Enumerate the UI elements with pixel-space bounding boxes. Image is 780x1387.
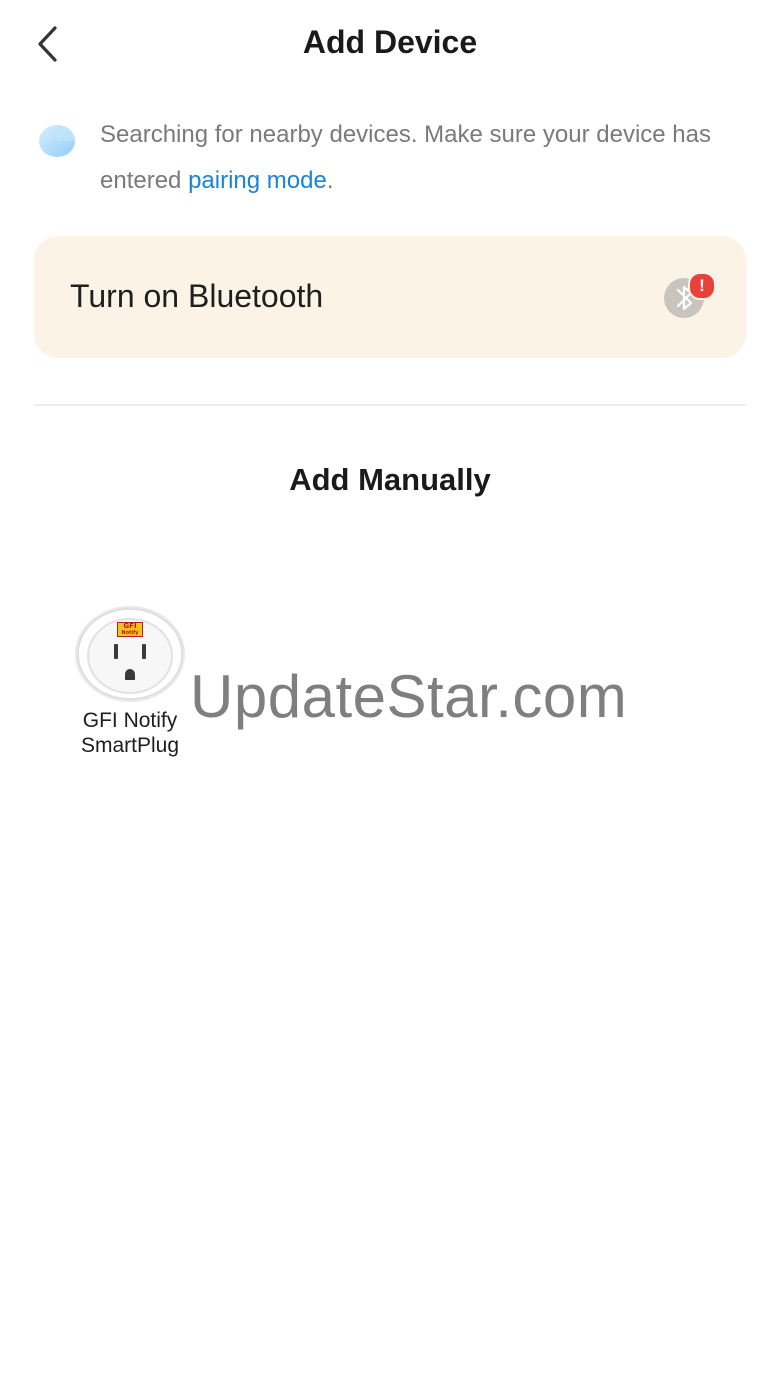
pairing-mode-link[interactable]: pairing mode [188, 167, 327, 194]
page-title: Add Device [302, 24, 478, 60]
search-hint-text: Searching for nearby devices. Make sure … [100, 112, 740, 204]
turn-on-bluetooth-card[interactable]: Turn on Bluetooth ! [34, 236, 746, 358]
section-divider [34, 404, 746, 406]
search-hint-suffix: . [326, 167, 334, 194]
searching-spinner-icon [39, 125, 75, 157]
badge-line-1: GFI [123, 622, 137, 630]
add-device-screen: Add Device Searching for nearby devices.… [0, 0, 780, 1387]
bluetooth-card-label: Turn on Bluetooth [70, 278, 324, 314]
gfi-notify-badge: GFI Notify [117, 622, 143, 637]
bluetooth-status: ! [662, 272, 722, 322]
badge-line-2: Notify [121, 630, 139, 636]
alert-badge-icon: ! [688, 272, 716, 300]
header: Add Device [0, 0, 780, 90]
outlet-icon [75, 606, 185, 702]
device-name-line2: SmartPlug [80, 734, 180, 757]
device-name-line1: GFI Notify [82, 709, 178, 732]
device-tile-gfi-notify-smartplug[interactable]: GFI Notify GFI Notify SmartPlug [60, 600, 200, 770]
watermark-text: UpdateStar.com [190, 663, 628, 730]
add-manually-title: Add Manually [289, 462, 491, 497]
smart-plug-image: GFI Notify [73, 604, 187, 704]
device-name: GFI Notify SmartPlug [60, 708, 200, 758]
